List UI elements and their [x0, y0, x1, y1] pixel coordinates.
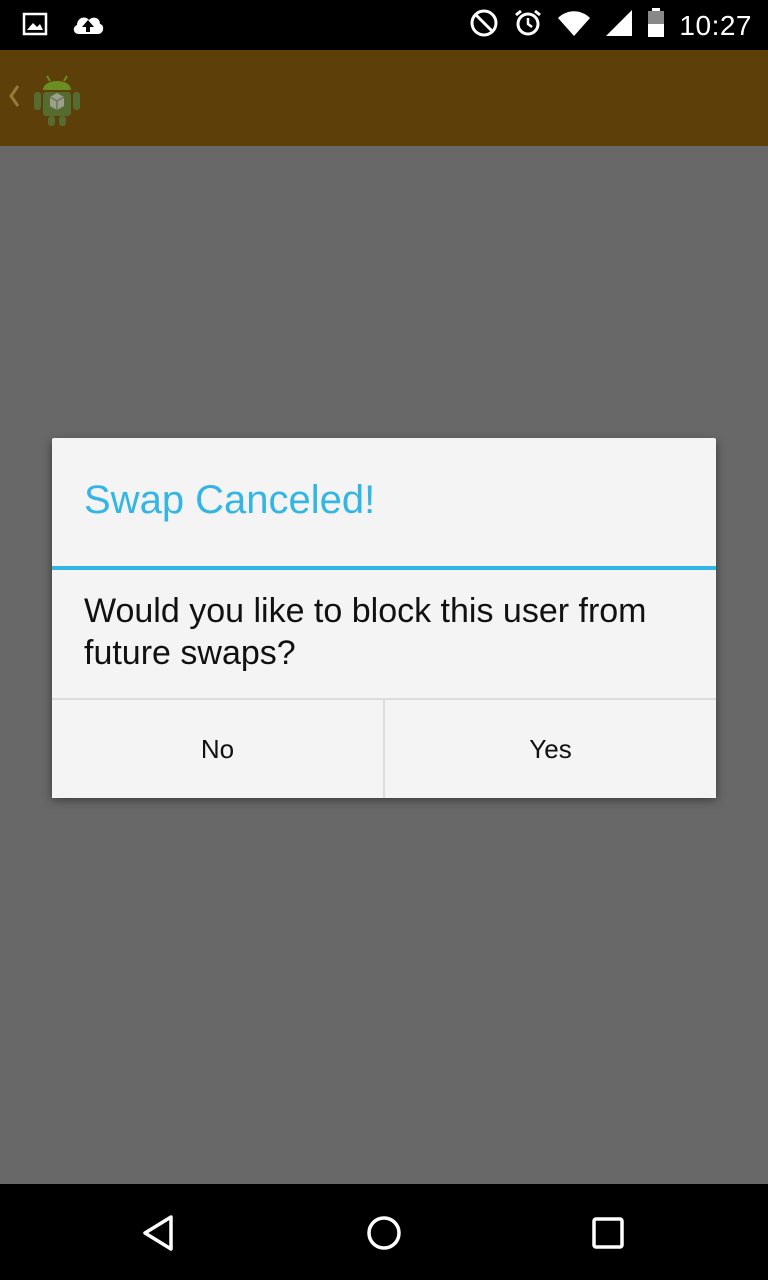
- system-icons: 10:27: [469, 8, 752, 43]
- home-icon[interactable]: [359, 1208, 409, 1258]
- action-bar: [0, 50, 768, 146]
- status-time: 10:27: [679, 9, 752, 41]
- status-bar: 10:27: [0, 0, 768, 50]
- cloud-upload-icon: [70, 10, 106, 43]
- up-caret-icon[interactable]: [8, 84, 20, 113]
- dialog-title-divider: [52, 566, 716, 570]
- alarm-icon: [513, 8, 543, 43]
- wifi-icon: [557, 9, 591, 42]
- android-app-icon[interactable]: [30, 70, 84, 128]
- navigation-bar: [0, 1184, 768, 1280]
- recents-icon[interactable]: [583, 1208, 633, 1258]
- image-icon: [22, 11, 48, 42]
- do-not-disturb-icon: [469, 8, 499, 43]
- yes-button[interactable]: Yes: [383, 700, 716, 798]
- back-icon[interactable]: [134, 1208, 184, 1258]
- dialog-button-bar: No Yes: [52, 698, 716, 798]
- swap-canceled-dialog: Swap Canceled! Would you like to block t…: [52, 438, 716, 798]
- dialog-message: Would you like to block this user from f…: [84, 592, 647, 672]
- battery-icon: [647, 8, 665, 43]
- cell-signal-icon: [605, 9, 633, 42]
- notification-icons: [22, 10, 106, 43]
- dialog-title: Swap Canceled!: [84, 478, 376, 522]
- no-button[interactable]: No: [52, 700, 383, 798]
